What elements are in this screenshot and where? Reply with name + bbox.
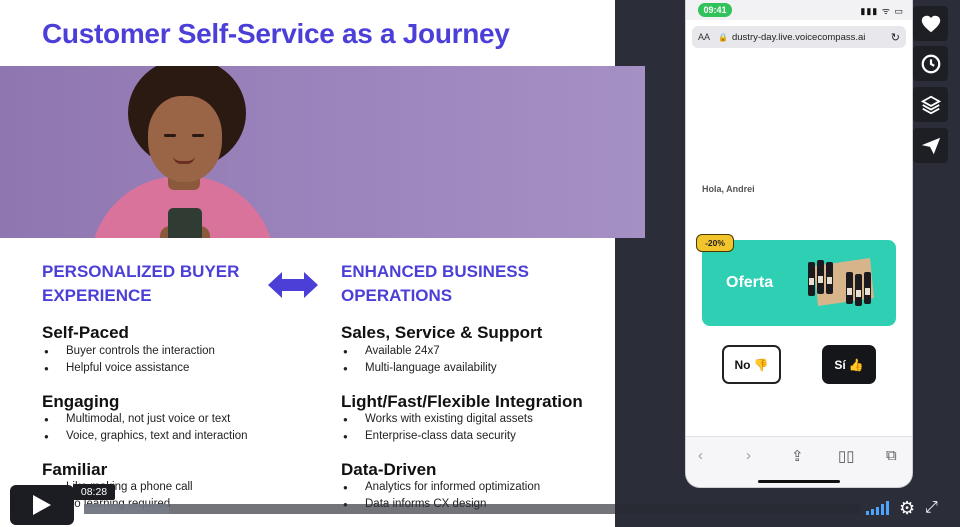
section-title: Engaging [42,392,120,411]
hero-image [0,66,645,238]
section-title: Self-Paced [42,323,129,342]
si-button[interactable]: Sí 👍 [822,345,876,384]
section-title: Familiar [42,460,108,479]
layers-icon[interactable] [913,87,948,122]
discount-badge: -20% [696,234,734,252]
bullet-item: Analytics for informed optimization [341,479,540,496]
lock-icon: 🔒 [718,32,728,42]
progress-fill [84,504,170,514]
greeting-text: Hola, Andrei [702,184,755,194]
presentation-slide: Customer Self-Service as a Journey PERSO… [0,0,645,527]
no-label: No [734,357,751,372]
thumbs-up-icon: 👍 [848,357,864,372]
section-title: Light/Fast/Flexible Integration [341,392,583,411]
bullet-item: Multimodal, not just voice or text [42,411,248,428]
text-size-button[interactable]: AA [698,32,710,42]
bookmarks-icon[interactable]: ▯▯ [838,447,855,465]
settings-gear-icon[interactable]: ⚙ [899,498,915,519]
section-title: Data-Driven [341,460,437,479]
section-title: Sales, Service & Support [341,323,543,342]
no-button[interactable]: No 👎 [722,345,781,384]
wine-bottles-image [808,258,874,306]
slide-title: Customer Self-Service as a Journey [42,18,510,49]
bullet-item: Voice, graphics, text and interaction [42,428,248,445]
si-label: Sí [834,357,846,372]
forward-icon[interactable]: › [746,447,751,464]
bullet-list: Multimodal, not just voice or text Voice… [42,411,248,445]
bullet-item: Buyer controls the interaction [42,343,215,360]
left-heading-line-1: PERSONALIZED BUYER [42,262,240,281]
share-icon[interactable]: ⇪ [791,447,804,465]
bullet-item: Enterprise-class data security [341,428,533,445]
bullet-list: Available 24x7 Multi-language availabili… [341,343,497,377]
heart-icon[interactable] [913,6,948,41]
tabs-icon[interactable]: ⧉ [886,447,897,464]
time-tooltip: 08:28 [73,484,115,500]
signal-wifi-battery-icon: ▮▮▮ ᯤ ▭ [860,6,904,16]
thumbs-down-icon: 👎 [753,357,769,372]
send-icon[interactable] [913,128,948,163]
left-heading-line-2: EXPERIENCE [42,286,152,305]
status-time: 09:41 [698,3,732,17]
right-heading-line-2: OPERATIONS [341,286,453,305]
video-player[interactable]: Customer Self-Service as a Journey PERSO… [0,0,960,527]
phone-mockup: 09:41 ▮▮▮ ᯤ ▭ AA 🔒 dustry-day.live.voice… [686,0,912,487]
url-text: dustry-day.live.voicecompass.ai [731,31,866,43]
left-column-heading: PERSONALIZED BUYER EXPERIENCE [42,260,239,308]
bullet-list: Buyer controls the interaction Helpful v… [42,343,215,377]
right-heading-line-1: ENHANCED BUSINESS [341,262,529,281]
clock-icon[interactable] [913,46,948,81]
double-arrow-icon [268,272,318,298]
play-button[interactable] [10,485,74,525]
bullet-item: Multi-language availability [341,360,497,377]
right-column-heading: ENHANCED BUSINESS OPERATIONS [341,260,529,308]
progress-bar[interactable] [84,504,860,514]
bullet-item: Helpful voice assistance [42,360,215,377]
home-indicator [758,480,840,483]
reload-icon[interactable]: ↻ [891,31,900,44]
volume-icon[interactable] [866,501,890,519]
play-icon [33,495,51,515]
back-icon[interactable]: ‹ [698,447,703,464]
bullet-item: Works with existing digital assets [341,411,533,428]
status-bar: 09:41 ▮▮▮ ᯤ ▭ [686,0,912,20]
offer-label: Oferta [726,274,774,291]
bullet-list: Works with existing digital assets Enter… [341,411,533,445]
bullet-item: Available 24x7 [341,343,497,360]
fullscreen-icon[interactable]: ⤢ [925,499,938,517]
address-bar[interactable]: AA 🔒 dustry-day.live.voicecompass.ai ↻ [692,26,906,48]
